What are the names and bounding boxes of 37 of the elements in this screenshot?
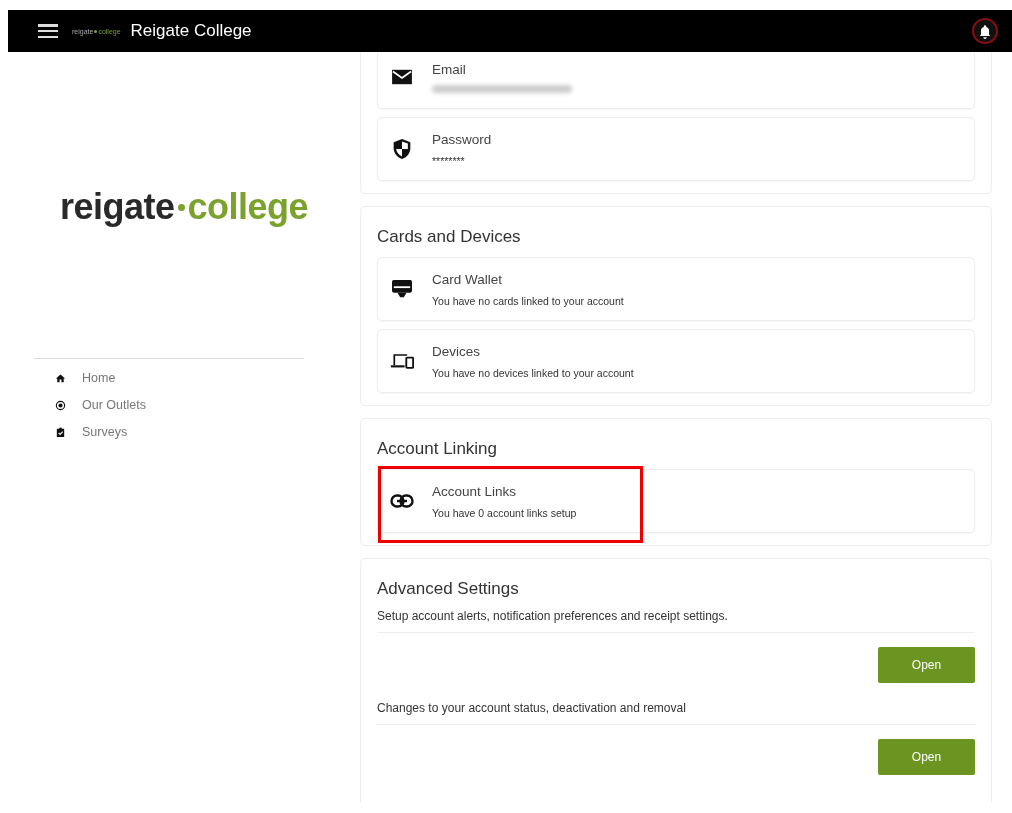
card-reader-icon <box>391 279 413 299</box>
item-label: Account Links <box>432 483 518 499</box>
settings-item[interactable]: Card Wallet You have no cards linked to your account <box>377 257 975 321</box>
item-label: Card Wallet <box>432 271 504 287</box>
item-description: You have no devices linked to your account <box>432 366 634 379</box>
app-title: Reigate College <box>130 21 252 41</box>
setting-description: Changes to your account status, deactivation and removal <box>377 701 975 725</box>
menu-icon[interactable] <box>38 24 58 38</box>
settings-item[interactable]: Password ******** <box>377 117 975 181</box>
setting-description: Setup account alerts, notification preferences and receipt settings. <box>377 609 975 633</box>
notification-button[interactable] <box>972 18 998 44</box>
target-icon <box>55 399 66 411</box>
home-icon <box>55 372 66 384</box>
devices-icon <box>390 352 414 370</box>
open-button[interactable]: Open <box>878 739 975 775</box>
open-button[interactable]: Open <box>878 647 975 683</box>
link-icon <box>390 494 414 508</box>
settings-item[interactable]: Devices You have no devices linked to your account <box>377 329 975 393</box>
logo: reigate college <box>59 186 309 228</box>
envelope-icon <box>391 68 413 86</box>
section-title: Cards and Devices <box>377 227 522 247</box>
nav-item[interactable]: Our Outlets <box>55 398 146 412</box>
nav-item[interactable]: Surveys <box>55 425 146 439</box>
clipboard-check-icon <box>55 426 66 438</box>
item-description: ******** <box>432 154 466 167</box>
item-label: Devices <box>432 343 481 359</box>
item-label: Password <box>432 131 492 147</box>
section-title: Account Linking <box>377 439 499 459</box>
settings-item[interactable]: Account Links You have 0 account links setup <box>377 469 975 533</box>
shield-icon <box>392 138 412 160</box>
section-title: Advanced Settings <box>377 579 520 599</box>
bell-icon <box>978 23 992 39</box>
settings-item[interactable]: Email <box>377 52 975 109</box>
nav-item[interactable]: Home <box>55 371 146 385</box>
item-label: Email <box>432 61 467 77</box>
item-description: You have no cards linked to your account <box>432 294 624 307</box>
item-description: You have 0 account links setup <box>432 506 577 519</box>
